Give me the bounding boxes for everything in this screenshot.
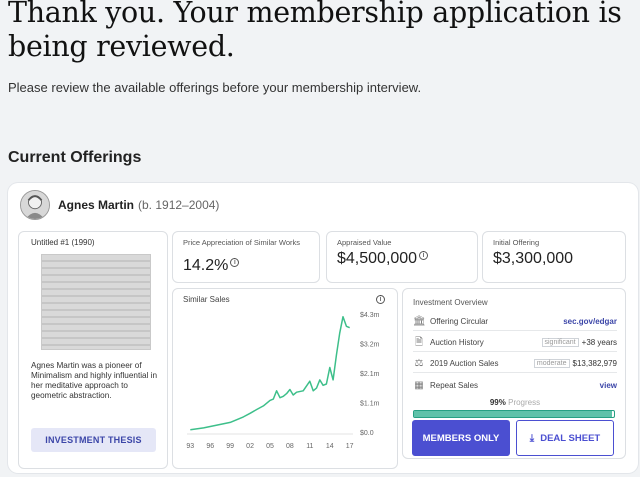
overview-title: Investment Overview [413, 298, 488, 307]
grid-icon: ▦ [414, 379, 424, 391]
download-icon: ⤓ [529, 432, 535, 444]
metric-label: Appraised Value [337, 238, 392, 247]
overview-row-label: Offering Circular [430, 317, 489, 326]
metric-value-text: 14.2% [183, 257, 229, 274]
similar-sales-line [190, 315, 350, 431]
gavel-icon: ⚖︎ [414, 358, 424, 369]
y-tick-label: $1.1m [360, 401, 380, 408]
overview-row-offering-circular: 🏛︎ Offering Circular sec.gov/edgar [413, 313, 617, 331]
artist-dates: (b. 1912–2004) [138, 198, 220, 212]
y-tick-label: $3.2m [360, 342, 380, 349]
x-tick-label: 05 [266, 443, 274, 450]
overview-row-auction-sales: ⚖︎ 2019 Auction Sales moderate $13,382,9… [413, 355, 617, 373]
significance-tag: significant [541, 338, 579, 347]
overview-row-value: $13,382,979 [572, 359, 618, 368]
artwork-title: Untitled #1 (1990) [31, 238, 95, 247]
overview-row-value: +38 years [581, 338, 617, 347]
metric-value: $3,300,000 [493, 250, 574, 267]
y-tick-label: $2.1m [360, 371, 380, 378]
metric-value: 14.2% i [183, 257, 240, 275]
x-tick-label: 93 [186, 443, 194, 450]
x-tick-label: 11 [306, 443, 313, 450]
overview-row-label: Repeat Sales [430, 380, 479, 390]
overview-row-label: Auction History [430, 338, 484, 347]
artist-name[interactable]: Agnes Martin [58, 198, 134, 212]
info-icon[interactable]: i [230, 258, 240, 267]
document-icon: 🗎︎ [414, 337, 424, 348]
artwork-description: Agnes Martin was a pioneer of Minimalism… [31, 361, 158, 400]
investment-thesis-button[interactable]: INVESTMENT THESIS [31, 428, 156, 452]
bank-icon: 🏛︎ [413, 316, 426, 327]
page-subtitle: Please review the available offerings be… [8, 80, 422, 95]
x-tick-label: 96 [206, 443, 214, 450]
progress-label: 99% Progress [403, 398, 627, 407]
artwork-panel: Untitled #1 (1990) Agnes Martin was a pi… [18, 231, 168, 469]
metric-initial-offering: Initial Offering $3,300,000 [482, 231, 626, 283]
x-tick-label: 08 [286, 443, 294, 450]
similar-sales-title: Similar Sales [183, 295, 230, 304]
progress-bar [413, 410, 615, 418]
repeat-sales-view-link[interactable]: view [600, 381, 617, 390]
progress-bar-fill [414, 411, 612, 417]
info-icon[interactable]: i [419, 251, 429, 260]
metric-appraised-value: Appraised Value $4,500,000 i [326, 231, 478, 283]
info-icon[interactable]: i [376, 295, 385, 304]
x-tick-label: 14 [326, 443, 334, 450]
artist-avatar [20, 190, 50, 220]
section-title: Current Offerings [8, 149, 142, 166]
members-only-button[interactable]: MEMBERS ONLY [412, 420, 510, 456]
x-tick-label: 02 [246, 443, 254, 450]
moderate-tag: moderate [533, 359, 570, 368]
artwork-image [41, 254, 151, 350]
progress-value: 99% [489, 398, 506, 407]
similar-sales-chart: $0.0 $1.1m $2.1m $3.2m $4.3m 93 96 99 02 05 08 11 14… [186, 312, 380, 450]
portrait-icon [21, 191, 49, 219]
metric-label: Initial Offering [493, 238, 540, 247]
x-tick-label: 17 [346, 443, 354, 450]
y-tick-label: $0.0 [360, 430, 374, 437]
offering-card: Agnes Martin (b. 1912–2004) Untitled #1 … [8, 183, 638, 473]
metric-price-appreciation: Price Appreciation of Similar Works 14.2… [172, 231, 320, 283]
deal-sheet-button[interactable]: ⤓ DEAL SHEET [516, 420, 614, 456]
y-tick-label: $4.3m [360, 312, 380, 319]
metric-label: Price Appreciation of Similar Works [183, 238, 300, 247]
sec-link[interactable]: sec.gov/edgar [563, 317, 617, 326]
metric-value-text: $4,500,000 [337, 250, 418, 267]
progress-text: Progress [508, 398, 541, 407]
metric-value: $4,500,000 i [337, 250, 429, 268]
overview-row-repeat-sales: ▦ Repeat Sales view [413, 376, 617, 394]
overview-row-label: 2019 Auction Sales [430, 359, 499, 368]
page-title: Thank you. Your membership application i… [8, 0, 622, 63]
x-tick-label: 99 [226, 443, 234, 450]
overview-row-auction-history: 🗎︎ Auction History significant +38 years [413, 334, 617, 352]
similar-sales-panel: $0.0 $1.1m $2.1m $3.2m $4.3m 93 96 99 02 05 08 11 14… [172, 288, 398, 469]
artist-header: Agnes Martin (b. 1912–2004) [20, 189, 219, 221]
deal-sheet-label: DEAL SHEET [540, 432, 601, 444]
